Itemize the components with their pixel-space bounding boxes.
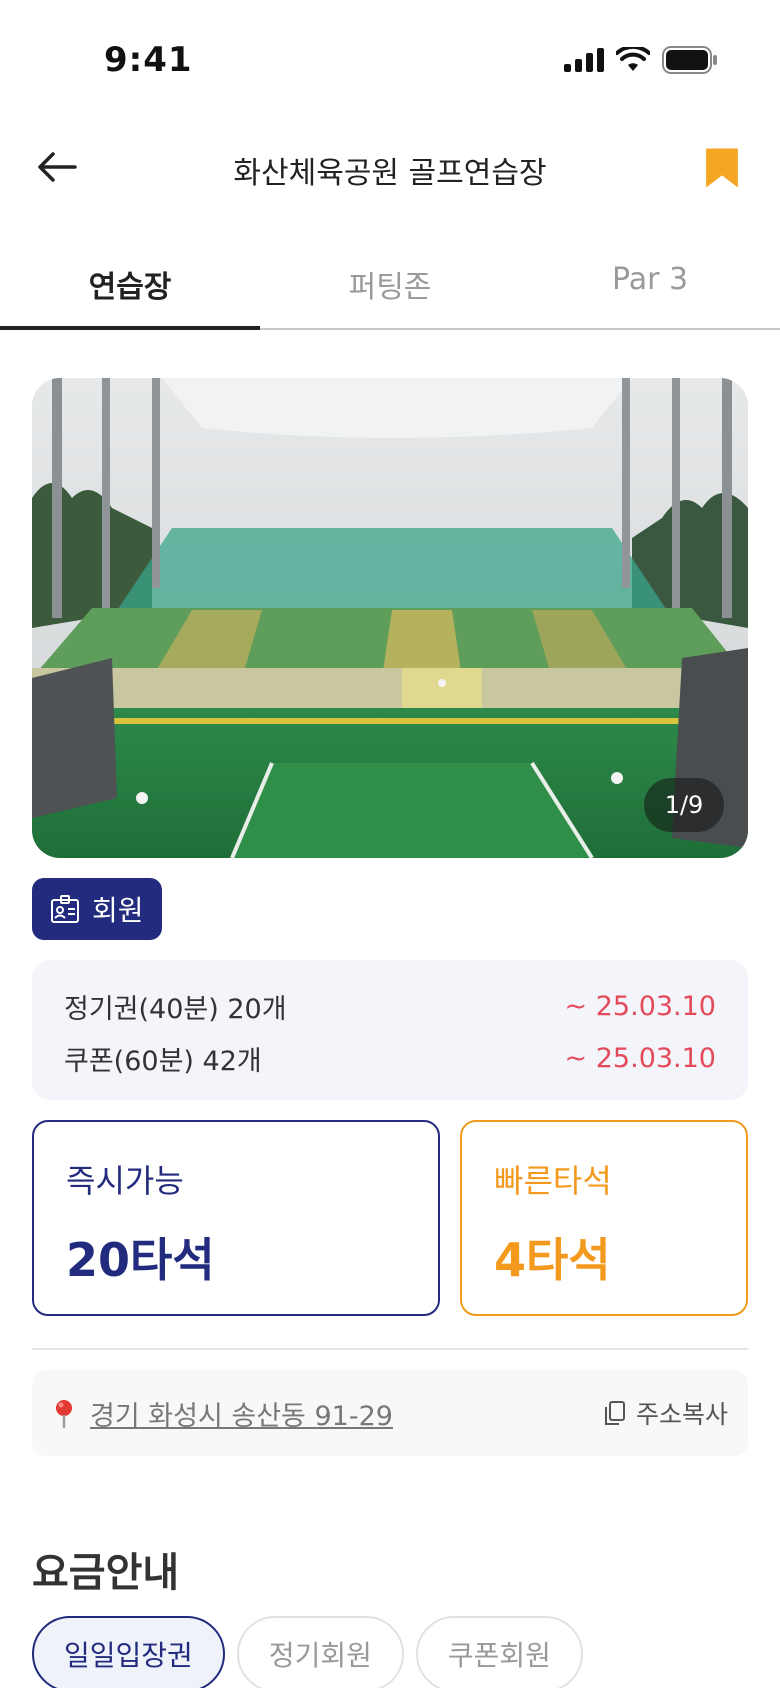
status-bar: 9:41 (0, 0, 780, 120)
list-item: 쿠폰(60분) 42개 ~ 25.03.10 (64, 1032, 716, 1084)
status-time: 9:41 (104, 40, 193, 80)
location-pin-icon (56, 1400, 72, 1428)
fee-tab-coupon[interactable]: 쿠폰회원 (415, 1616, 583, 1688)
member-badge-label: 회원 (92, 894, 144, 927)
instant-seats-card[interactable]: 즉시가능 20타석 (32, 1120, 440, 1316)
pass-summary: 정기권(40분) 20개 ~ 25.03.10 쿠폰(60분) 42개 ~ 25… (32, 960, 748, 1100)
copy-address-label: 주소복사 (635, 1400, 728, 1429)
tab-putting-zone[interactable]: 퍼팅존 (260, 240, 520, 328)
page-title: 화산체육공원 골프연습장 (233, 156, 547, 191)
quick-seats-card[interactable]: 빠른타석 4타석 (460, 1120, 748, 1316)
member-card-icon (51, 895, 79, 923)
pass-name: 쿠폰(60분) 42개 (64, 1045, 262, 1077)
fee-tab-daily[interactable]: 일일입장권 (32, 1616, 225, 1688)
instant-seats-label: 즉시가능 (66, 1162, 184, 1200)
copy-address-button[interactable]: 주소복사 (604, 1395, 728, 1431)
instant-seats-count: 20타석 (66, 1233, 215, 1287)
address-link[interactable]: 경기 화성시 송산동 91-29 (90, 1394, 393, 1433)
tab-par3[interactable]: Par 3 (520, 240, 780, 328)
pass-expiry: ~ 25.03.10 (564, 990, 716, 1022)
wifi-icon (616, 47, 650, 71)
driving-range-image (32, 378, 748, 858)
fee-tabs: 일일입장권 정기회원 쿠폰회원 (32, 1616, 583, 1688)
tab-driving-range[interactable]: 연습장 (0, 240, 260, 330)
facility-photo[interactable]: 1/9 (32, 378, 748, 858)
quick-seats-label: 빠른타석 (494, 1162, 612, 1200)
divider (32, 1348, 748, 1350)
battery-icon (662, 46, 717, 74)
fee-tab-regular[interactable]: 정기회원 (236, 1616, 404, 1688)
bookmark-icon[interactable] (702, 146, 742, 190)
navigation-bar: 화산체육공원 골프연습장 (0, 120, 780, 216)
copy-icon (604, 1401, 625, 1425)
status-icons (564, 46, 718, 74)
fee-section-title: 요금안내 (32, 1550, 180, 1596)
facility-tabs: 연습장 퍼팅존 Par 3 (0, 240, 780, 330)
signal-icon (564, 48, 604, 72)
member-badge: 회원 (32, 878, 162, 940)
quick-seats-count: 4타석 (494, 1233, 611, 1287)
pass-name: 정기권(40분) 20개 (64, 993, 287, 1025)
address-bar: 경기 화성시 송산동 91-29 주소복사 (32, 1370, 748, 1456)
pass-expiry: ~ 25.03.10 (564, 1042, 716, 1074)
list-item: 정기권(40분) 20개 ~ 25.03.10 (64, 980, 716, 1032)
photo-counter: 1/9 (644, 778, 724, 832)
